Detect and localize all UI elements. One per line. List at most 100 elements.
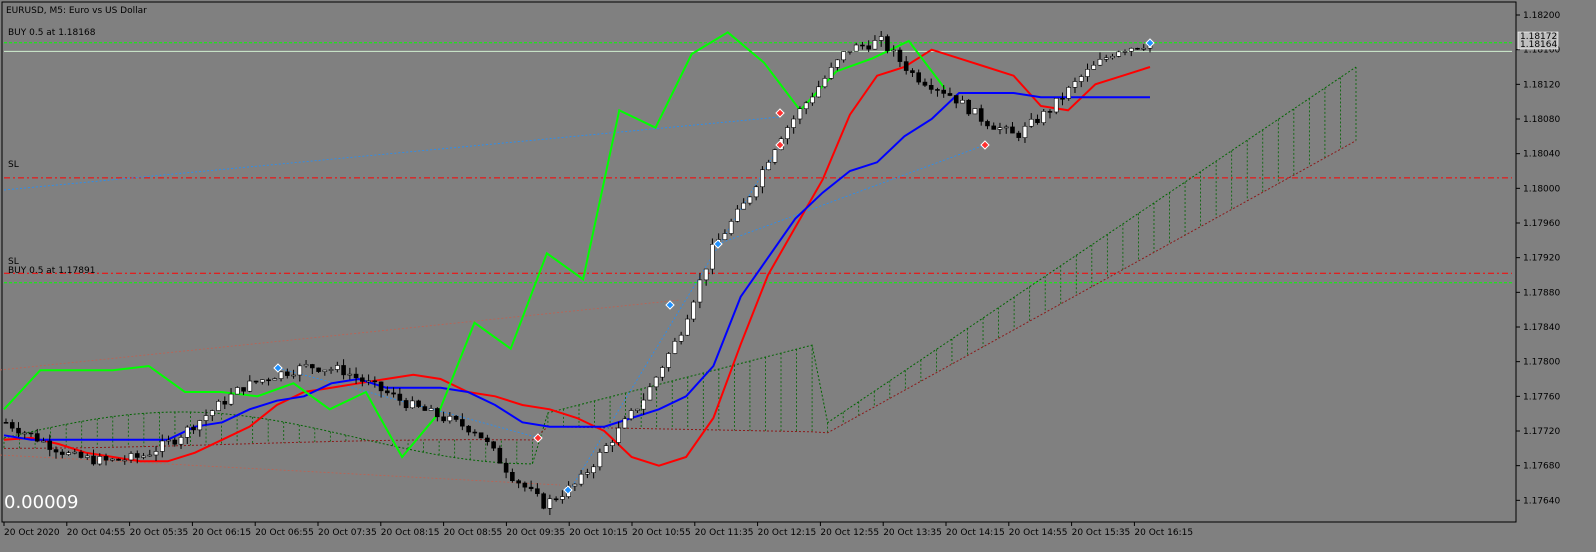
y-tick-label: 1.17680 <box>1523 462 1560 472</box>
candle-body <box>66 452 71 455</box>
candle-body <box>935 89 940 91</box>
candle-body <box>841 51 846 61</box>
x-tick-label: 20 Oct 06:15 <box>192 528 251 538</box>
candle-body <box>428 408 434 411</box>
candle-body <box>822 78 828 88</box>
candle-body <box>360 377 365 382</box>
candle-body <box>316 367 321 372</box>
candle-body <box>1103 57 1109 60</box>
candle-body <box>184 426 190 438</box>
candle-body <box>553 498 559 501</box>
candle-body <box>660 367 665 378</box>
y-tick-label: 1.17960 <box>1523 219 1560 229</box>
candle-body <box>1122 51 1128 53</box>
candle-body <box>172 439 178 445</box>
x-tick-label: 20 Oct 2020 <box>4 528 60 538</box>
candle-body <box>922 81 928 86</box>
candle-body <box>1078 76 1084 82</box>
candle-body <box>216 401 221 411</box>
candle-body <box>722 233 728 240</box>
x-tick-label: 20 Oct 11:35 <box>695 528 754 538</box>
candle-body <box>610 442 615 446</box>
chart-title: EURUSD, M5: Euro vs US Dollar <box>6 6 147 16</box>
candle-body <box>1141 47 1147 50</box>
candle-body <box>1028 118 1034 127</box>
candle-body <box>685 318 690 336</box>
x-tick-label: 20 Oct 04:55 <box>67 528 126 538</box>
candle-body <box>797 108 803 120</box>
candle-body <box>222 401 228 405</box>
candle-body <box>653 376 659 388</box>
x-tick-label: 20 Oct 10:15 <box>569 528 628 538</box>
candle-body <box>260 379 265 383</box>
candle-body <box>228 393 234 405</box>
candle-body <box>866 45 871 50</box>
x-tick-label: 20 Oct 14:15 <box>946 528 1005 538</box>
candle-body <box>616 427 621 443</box>
x-tick-label: 20 Oct 07:35 <box>318 528 377 538</box>
candle-body <box>128 453 134 461</box>
candle-body <box>853 44 859 52</box>
candle-body <box>147 454 153 457</box>
candle-body <box>159 440 165 452</box>
candle-body <box>109 458 115 461</box>
candle-body <box>322 369 328 372</box>
candle-body <box>878 36 884 41</box>
y-tick-label: 1.17880 <box>1523 288 1560 298</box>
x-tick-label: 20 Oct 09:35 <box>506 528 565 538</box>
candle-body <box>641 399 646 410</box>
candle-body <box>691 301 696 320</box>
candle-body <box>1135 47 1140 50</box>
candle-body <box>34 433 40 442</box>
y-tick-label: 1.18200 <box>1523 11 1560 21</box>
x-tick-label: 20 Oct 16:15 <box>1134 528 1193 538</box>
candle-body <box>541 493 546 509</box>
candle-body <box>209 410 215 416</box>
candle-body <box>535 488 540 495</box>
candle-body <box>203 415 209 421</box>
candle-body <box>603 445 609 453</box>
candle-body <box>47 440 53 450</box>
candle-body <box>953 95 959 104</box>
price-tag-box: 1.18172 1.18164 <box>1517 31 1559 50</box>
candle-body <box>1016 132 1022 138</box>
candle-body <box>547 498 553 509</box>
candle-body <box>760 169 765 188</box>
candle-body <box>1053 97 1059 113</box>
candle-body <box>366 380 371 383</box>
candle-body <box>153 451 159 456</box>
candle-body <box>835 59 840 68</box>
candle-body <box>672 340 678 354</box>
x-tick-label: 20 Oct 13:35 <box>883 528 942 538</box>
candle-body <box>91 455 96 465</box>
candle-body <box>678 334 684 342</box>
candle-body <box>310 364 315 369</box>
candle-body <box>741 202 746 210</box>
candle-body <box>297 365 303 376</box>
candle-body <box>328 369 334 371</box>
candle-body <box>635 408 640 411</box>
candle-body <box>960 99 965 104</box>
candle-body <box>1066 87 1072 99</box>
candle-body <box>478 432 484 439</box>
candle-body <box>728 221 734 234</box>
candle-body <box>335 365 340 370</box>
candle-body <box>410 400 415 409</box>
candle-body <box>966 99 972 115</box>
candle-body <box>1010 126 1015 134</box>
x-tick-label: 20 Oct 10:55 <box>632 528 691 538</box>
candle-body <box>828 67 834 79</box>
candle-body <box>241 387 246 392</box>
candle-body <box>860 44 865 47</box>
candle-body <box>803 102 809 110</box>
candle-body <box>353 373 359 379</box>
y-tick-label: 1.18080 <box>1523 115 1560 125</box>
candle-body <box>978 108 984 122</box>
candle-body <box>1116 51 1122 57</box>
candle-body <box>391 392 396 395</box>
candle-body <box>397 393 403 401</box>
price-chart[interactable]: EURUSD, M5: Euro vs US Dollar BUY 0.5 at… <box>0 0 1596 552</box>
candle-body <box>578 473 584 485</box>
candle-body <box>3 422 9 424</box>
candle-body <box>947 93 953 96</box>
